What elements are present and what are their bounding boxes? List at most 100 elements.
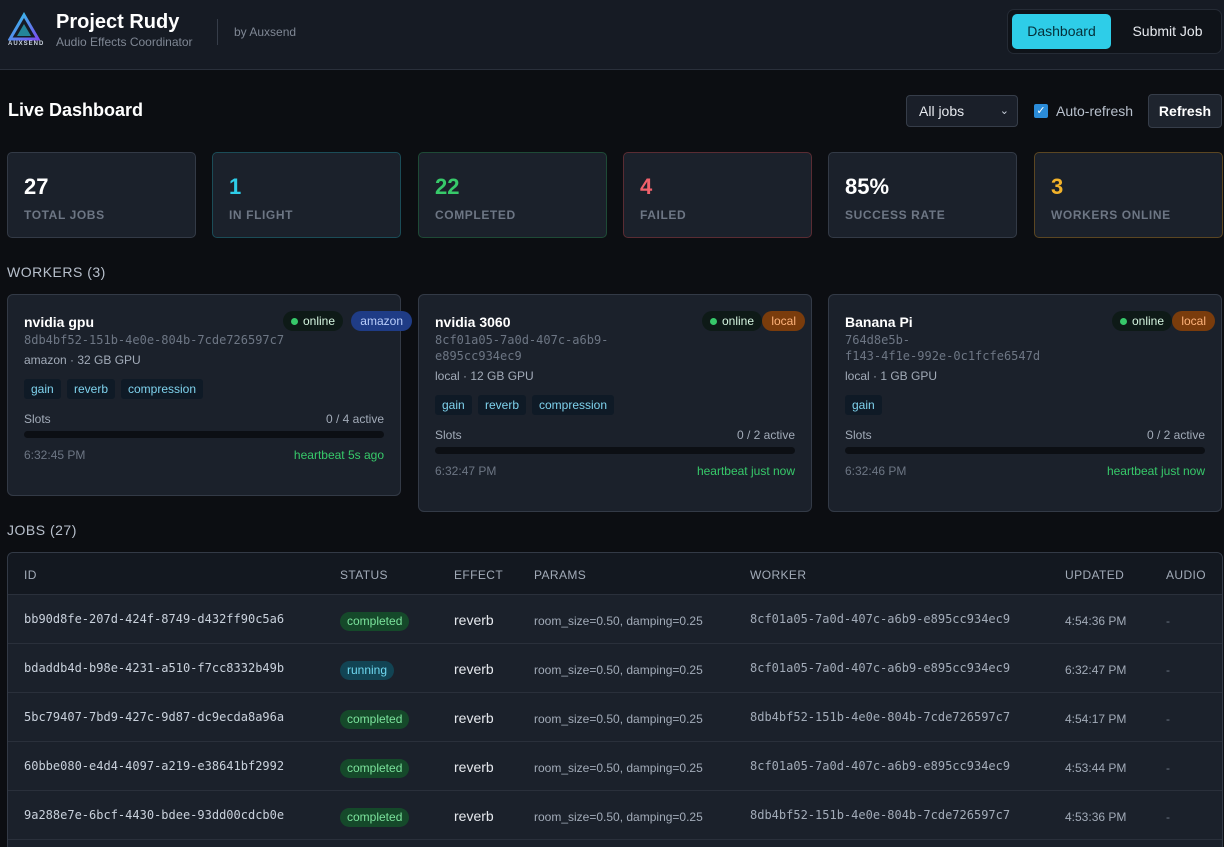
job-updated: 4:53:44 PM — [1065, 761, 1127, 775]
job-params: room_size=0.50, damping=0.25 — [534, 761, 703, 775]
heartbeat-status: heartbeat just now — [696, 464, 795, 478]
auto-refresh-checkbox[interactable]: ✓ — [1034, 104, 1048, 118]
effect-tag: gain — [24, 379, 61, 399]
worker-name: nvidia gpu — [24, 314, 94, 330]
table-row[interactable]: bb90d8fe-207d-424f-8749-d432ff90c5a6 comp… — [8, 595, 1222, 644]
status-badge: online — [701, 311, 762, 331]
job-params: room_size=0.50, damping=0.25 — [534, 712, 703, 726]
job-params: room_size=0.50, damping=0.25 — [534, 614, 703, 628]
effect-tag: compression — [121, 379, 204, 399]
job-id[interactable]: 60bbe080-e4d4-4097-a219-e38641bf2992 — [24, 759, 284, 773]
status-badge: completed — [340, 808, 410, 827]
effect-tag: reverb — [67, 379, 116, 399]
job-id[interactable]: 9a288e7e-6bcf-4430-bdee-93dd00cdcb0e — [24, 808, 284, 822]
location-badge: local — [1172, 311, 1215, 331]
nav-submit-job-button[interactable]: Submit Job — [1118, 14, 1217, 49]
worker-meta: amazon · 32 GB GPU — [24, 353, 141, 367]
job-params: room_size=0.50, damping=0.25 — [534, 810, 703, 824]
table-row[interactable]: 9a288e7e-6bcf-4430-bdee-93dd00cdcb0e comp… — [8, 791, 1222, 840]
auto-refresh-label[interactable]: Auto-refresh — [1056, 103, 1133, 119]
nav-dashboard-button[interactable]: Dashboard — [1012, 14, 1111, 49]
stat-label: FAILED — [640, 208, 687, 222]
job-worker-id: 8cf01a05-7a0d-407c-a6b9-e895cc934ec9 — [750, 612, 1011, 626]
column-header[interactable]: WORKER — [750, 568, 806, 582]
column-header[interactable]: UPDATED — [1065, 568, 1124, 582]
stat-label: SUCCESS RATE — [845, 208, 946, 222]
effect-tag: gain — [845, 395, 882, 415]
jobs-table: ID STATUS EFFECT PARAMS WORKER UPDATED AUDIO b… — [7, 552, 1223, 847]
worker-name: Banana Pi — [845, 314, 913, 330]
column-header[interactable]: ID — [24, 568, 37, 582]
column-header[interactable]: AUDIO — [1166, 568, 1206, 582]
stat-value: 4 — [640, 174, 653, 199]
job-effect: reverb — [454, 710, 494, 726]
stat-value: 27 — [24, 174, 49, 199]
status-badge: completed — [340, 612, 410, 631]
stat-value: 22 — [435, 174, 460, 199]
table-row[interactable]: 5bc79407-7bd9-427c-9d87-dc9ecda8a96a comp… — [8, 693, 1222, 742]
online-dot-icon — [290, 318, 298, 325]
job-updated: 4:53:36 PM — [1065, 810, 1127, 824]
stat-card: 85% SUCCESS RATE — [828, 152, 1017, 238]
job-worker-id: 8db4bf52-151b-4e0e-804b-7cde726597c7 — [750, 808, 1011, 822]
stat-card: 27 TOTAL JOBS — [7, 152, 196, 238]
status-badge-label: online — [1131, 314, 1164, 328]
table-row[interactable]: bdaddb4d-b98e-4231-a510-f7cc8332b49b runn… — [8, 644, 1222, 693]
worker-id: 764d8e5b-f143-4f1e-992e-0c1fcfe6547d — [845, 332, 1040, 364]
table-row[interactable]: 60bbe080-e4d4-4097-a219-e38641bf2992 comp… — [8, 742, 1222, 791]
slots-progress-bar — [845, 447, 1205, 454]
header-divider — [217, 19, 218, 45]
effect-tag: gain — [435, 395, 472, 415]
stat-value: 85% — [845, 174, 890, 199]
stat-card: 1 IN FLIGHT — [212, 152, 401, 238]
location-badge: amazon — [351, 311, 412, 331]
slots-count: 0 / 4 active — [325, 412, 384, 426]
job-worker-id: 8cf01a05-7a0d-407c-a6b9-e895cc934ec9 — [750, 759, 1011, 773]
worker-id-line: 8cf01a05-7a0d-407c-a6b9- — [435, 333, 609, 347]
job-worker-id: 8db4bf52-151b-4e0e-804b-7cde726597c7 — [750, 710, 1011, 724]
job-filter-value: All jobs — [919, 103, 965, 119]
worker-id-line: e895cc934ec9 — [435, 349, 522, 363]
job-id[interactable]: bb90d8fe-207d-424f-8749-d432ff90c5a6 — [24, 612, 284, 626]
slots-count: 0 / 2 active — [736, 428, 795, 442]
main-nav: Dashboard Submit Job — [1007, 9, 1222, 54]
job-id[interactable]: 5bc79407-7bd9-427c-9d87-dc9ecda8a96a — [24, 710, 284, 724]
slots-progress-bar — [24, 431, 384, 438]
job-worker-id: 8cf01a05-7a0d-407c-a6b9-e895cc934ec9 — [750, 661, 1011, 675]
worker-card: nvidia 3060 8cf01a05-7a0d-407c-a6b9- e895c… — [418, 294, 812, 512]
column-header[interactable]: EFFECT — [454, 568, 503, 582]
page-title: Live Dashboard — [8, 100, 144, 120]
location-badge: local — [762, 311, 805, 331]
worker-id-line: 8db4bf52-151b-4e0e-804b-7cde726597c7 — [24, 333, 285, 347]
column-header[interactable]: STATUS — [340, 568, 388, 582]
worker-timestamp: 6:32:45 PM — [24, 448, 86, 462]
top-bar: AUXSEND Project Rudy Audio Effects Coord… — [0, 0, 1224, 70]
job-id[interactable]: bdaddb4d-b98e-4231-a510-f7cc8332b49b — [24, 661, 284, 675]
heartbeat-status: heartbeat 5s ago — [293, 448, 384, 462]
status-badge: running — [340, 661, 395, 680]
app-subtitle: Audio Effects Coordinator — [56, 35, 193, 49]
worker-card: nvidia gpu 8db4bf52-151b-4e0e-804b-7cde72… — [7, 294, 412, 496]
effect-tag: compression — [532, 395, 615, 415]
slots-count: 0 / 2 active — [1146, 428, 1205, 442]
stat-card: 4 FAILED — [623, 152, 812, 238]
worker-name: nvidia 3060 — [435, 314, 511, 330]
job-updated: 4:54:17 PM — [1065, 712, 1127, 726]
worker-id-line: 764d8e5b- — [845, 333, 911, 347]
stat-label: IN FLIGHT — [229, 208, 294, 222]
worker-meta: local · 12 GB GPU — [435, 369, 534, 383]
job-filter-select[interactable]: All jobs ⌄ — [906, 95, 1018, 127]
slots-progress-bar — [435, 447, 795, 454]
status-badge: completed — [340, 759, 410, 778]
online-dot-icon — [709, 318, 717, 325]
stat-card: 22 COMPLETED — [418, 152, 607, 238]
refresh-button[interactable]: Refresh — [1148, 94, 1222, 128]
worker-timestamp: 6:32:47 PM — [435, 464, 497, 478]
stat-card: 3 WORKERS ONLINE — [1034, 152, 1223, 238]
column-header[interactable]: PARAMS — [534, 568, 586, 582]
heartbeat-status: heartbeat just now — [1106, 464, 1205, 478]
status-badge: online — [1111, 311, 1172, 331]
effect-tag: reverb — [478, 395, 527, 415]
app-title: Project Rudy — [56, 11, 180, 33]
job-updated: 6:32:47 PM — [1065, 663, 1127, 677]
